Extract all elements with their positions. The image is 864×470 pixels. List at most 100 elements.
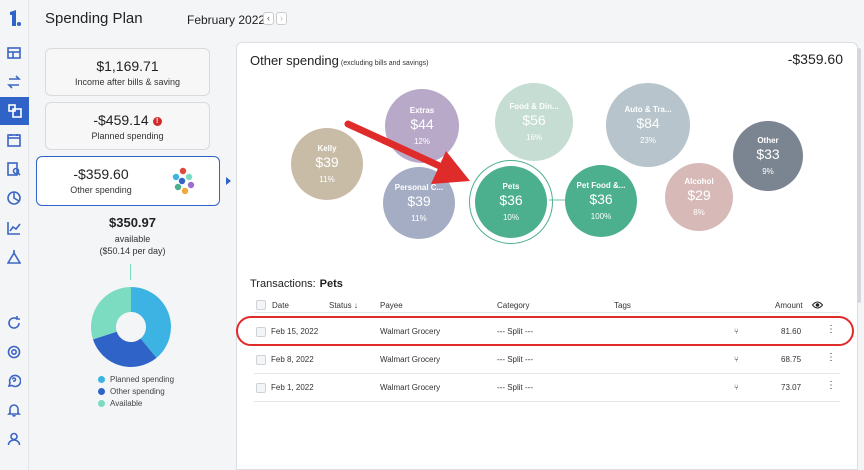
account-icon[interactable] <box>5 430 23 448</box>
bubble-percent: 9% <box>762 167 774 176</box>
income-label: Income after bills & saving <box>74 77 181 87</box>
available-amount: $350.97 <box>109 215 156 230</box>
panel-total: -$359.60 <box>787 51 843 67</box>
col-tags[interactable]: Tags <box>614 301 631 310</box>
notification-icon[interactable] <box>5 401 23 419</box>
panel-title-text: Other spending <box>250 53 339 68</box>
planned-amount: -$459.14 <box>93 112 149 128</box>
next-month-button[interactable]: › <box>276 12 287 25</box>
available-marker <box>130 264 131 280</box>
bubble-name: Extras <box>409 106 435 115</box>
col-payee[interactable]: Payee <box>380 301 403 310</box>
bubble-amount: $44 <box>410 116 434 132</box>
other-spending-panel: Other spending (excluding bills and savin… <box>236 42 858 470</box>
bubble-percent: 100% <box>590 212 612 221</box>
legend-available: Available <box>98 399 142 408</box>
select-all-checkbox[interactable] <box>256 300 266 310</box>
prev-month-button[interactable]: ‹ <box>263 12 274 25</box>
bubble-kelly[interactable]: Kelly $39 11% <box>291 128 363 200</box>
header-divider <box>254 312 840 313</box>
row-checkbox[interactable] <box>256 383 266 393</box>
bubble-extras[interactable]: Extras $44 12% <box>385 89 459 163</box>
row-date: Feb 1, 2022 <box>271 383 314 392</box>
spending-plan-icon[interactable] <box>0 97 29 125</box>
table-row[interactable]: Feb 1, 2022 Walmart Grocery --- Split --… <box>254 374 840 402</box>
bubble-alcohol[interactable]: Alcohol $29 8% <box>665 163 733 231</box>
bubble-percent: 11% <box>319 175 335 184</box>
bubble-percent: 10% <box>502 213 519 222</box>
bubble-name: Personal C... <box>394 183 444 192</box>
other-spending-card[interactable]: -$359.60 Other spending <box>36 156 220 206</box>
scrollbar[interactable] <box>857 48 861 303</box>
row-payee: Walmart Grocery <box>380 383 441 392</box>
legend-label: Planned spending <box>110 375 175 384</box>
legend-label: Other spending <box>110 387 165 396</box>
col-category[interactable]: Category <box>497 301 529 310</box>
bubble-amount: $36 <box>589 191 613 207</box>
legend-dot-icon <box>98 376 105 383</box>
col-amount[interactable]: Amount <box>775 301 803 310</box>
row-date: Feb 8, 2022 <box>271 355 314 364</box>
col-status-label: Status <box>329 301 352 310</box>
selected-indicator <box>226 177 231 185</box>
bubble-amount: $36 <box>499 192 523 208</box>
bubble-pets[interactable]: Pets $36 10% <box>475 166 547 238</box>
bubble-auto-transport[interactable]: Auto & Tra... $84 23% <box>606 83 690 167</box>
page-title: Spending Plan <box>45 10 143 27</box>
planned-label: Planned spending <box>91 131 164 141</box>
bubbles-icon <box>172 167 195 195</box>
row-amount: 68.75 <box>781 355 802 364</box>
trend-chart-icon[interactable] <box>5 219 23 237</box>
bubble-amount: $39 <box>315 154 339 170</box>
report-search-icon[interactable] <box>5 160 23 178</box>
spending-donut <box>91 287 171 367</box>
transfer-icon[interactable] <box>5 73 23 91</box>
legend-dot-icon <box>98 388 105 395</box>
panel-title: Other spending (excluding bills and savin… <box>250 53 428 68</box>
app-root: Spending Plan February 2022 ‹ › $1,169.7… <box>0 0 864 470</box>
budget-grid-icon[interactable] <box>5 44 23 62</box>
split-icon[interactable]: ⑂ <box>734 355 739 364</box>
bubble-amount: $33 <box>756 146 780 162</box>
calendar-icon[interactable] <box>5 131 23 149</box>
row-payee: Walmart Grocery <box>380 355 441 364</box>
bubble-percent: 8% <box>693 208 705 217</box>
pie-chart-icon[interactable] <box>5 189 23 207</box>
table-row[interactable]: Feb 8, 2022 Walmart Grocery --- Split --… <box>254 346 840 374</box>
bubble-amount: $56 <box>522 112 546 128</box>
bubble-amount: $39 <box>407 193 431 209</box>
eye-icon[interactable] <box>812 301 823 309</box>
bubble-percent: 23% <box>639 136 656 145</box>
bubble-name: Other <box>757 136 779 145</box>
row-category: --- Split --- <box>497 355 533 364</box>
donut-segment-available[interactable] <box>91 287 131 340</box>
bubble-food-dining[interactable]: Food & Din... $56 16% <box>495 83 573 161</box>
bubble-pet-food[interactable]: Pet Food &... $36 100% <box>565 165 637 237</box>
bubble-name: Pets <box>502 182 520 191</box>
available-label: available <box>114 234 151 244</box>
row-checkbox[interactable] <box>256 355 266 365</box>
help-icon[interactable] <box>5 372 23 390</box>
row-menu-icon[interactable]: ⋮ <box>826 381 836 391</box>
panel-subtitle: (excluding bills and savings) <box>340 60 429 67</box>
bubble-name: Food & Din... <box>509 102 559 111</box>
row-menu-icon[interactable]: ⋮ <box>826 353 836 363</box>
col-date[interactable]: Date <box>272 301 289 310</box>
bubble-personal-care[interactable]: Personal C... $39 11% <box>383 167 455 239</box>
logo-icon[interactable] <box>7 9 23 27</box>
transactions-label: Transactions: <box>250 278 316 290</box>
other-label: Other spending <box>70 185 132 195</box>
available-per-day: ($50.14 per day) <box>99 246 166 256</box>
bubble-percent: 12% <box>413 137 430 146</box>
income-card[interactable]: $1,169.71 Income after bills & saving <box>45 48 210 96</box>
col-status[interactable]: Status ↓ <box>329 301 358 310</box>
refresh-icon[interactable] <box>5 314 23 332</box>
legend-other: Other spending <box>98 387 165 396</box>
bubble-other[interactable]: Other $33 9% <box>733 121 803 191</box>
planned-spending-card[interactable]: -$459.14! Planned spending <box>45 102 210 150</box>
settings-icon[interactable] <box>5 343 23 361</box>
bubble-amount: $84 <box>636 115 660 131</box>
bubble-amount: $29 <box>687 187 711 203</box>
goal-icon[interactable] <box>5 248 23 266</box>
split-icon[interactable]: ⑂ <box>734 383 739 392</box>
